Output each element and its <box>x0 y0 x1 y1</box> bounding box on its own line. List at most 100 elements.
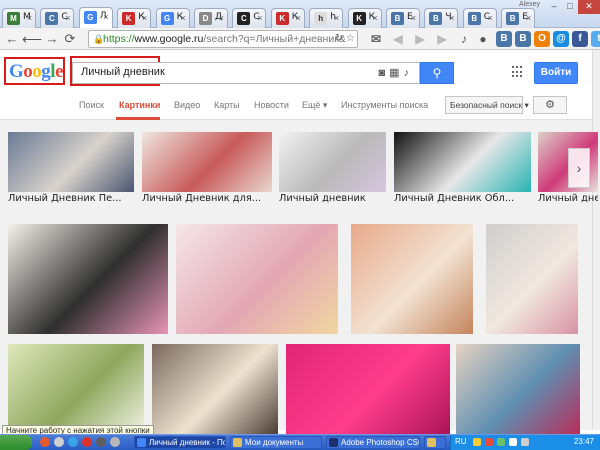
search-query[interactable]: Личный дневник <box>81 66 165 78</box>
close-tab-icon[interactable]: × <box>180 13 185 24</box>
browser-tab[interactable]: B Ч × <box>424 8 459 28</box>
apps-grid-icon[interactable] <box>512 66 524 78</box>
maximize-icon[interactable]: □ <box>562 0 578 14</box>
camera-icon[interactable]: ◙ <box>378 67 389 79</box>
taskbar-item[interactable]: Личный дневник - По... <box>134 436 226 449</box>
carousel-caption[interactable]: Личный дневник <box>279 193 386 204</box>
safe-search-dropdown[interactable]: Безопасный поиск ▾ <box>445 96 529 114</box>
browser-tab[interactable]: D Д × <box>194 8 228 28</box>
taskbar-item[interactable] <box>424 436 446 449</box>
clock[interactable]: 23:47 <box>574 437 594 446</box>
close-tab-icon[interactable]: × <box>372 13 377 24</box>
carousel-next-button[interactable]: › <box>568 148 590 188</box>
google-logo[interactable]: Google <box>9 62 63 82</box>
browser-tab[interactable]: G К × <box>155 8 190 28</box>
carousel-caption[interactable]: Личный Дневник для... <box>142 193 272 204</box>
browser-tab[interactable]: K К × <box>347 8 382 28</box>
close-tab-icon[interactable]: × <box>449 13 454 24</box>
carousel-image[interactable] <box>8 132 134 192</box>
browser-tab[interactable]: B Е × <box>386 8 420 28</box>
tab-3[interactable]: Карты <box>214 100 240 110</box>
search-button[interactable]: ⚲ <box>420 62 454 84</box>
twitter-icon[interactable]: t <box>591 31 600 47</box>
network-icon[interactable] <box>509 438 517 446</box>
close-tab-icon[interactable]: × <box>526 13 531 24</box>
microphone-icon[interactable]: ♪ <box>404 67 414 79</box>
bookmark-star-icon[interactable]: ☆ <box>346 33 355 44</box>
language-indicator[interactable]: RU <box>455 437 467 446</box>
close-tab-icon[interactable]: × <box>296 13 301 24</box>
taskbar-item[interactable]: Мои документы <box>230 436 322 449</box>
volume-icon[interactable] <box>521 438 529 446</box>
image-result[interactable] <box>456 344 580 434</box>
taskbar-item[interactable]: Adobe Photoshop CS6... <box>326 436 420 449</box>
address-bar[interactable]: 🔒 https://www.google.ru/search?q=Личный+… <box>88 30 358 48</box>
vk-icon[interactable]: В <box>496 31 512 47</box>
forward-button[interactable]: → <box>44 31 60 47</box>
tab-4[interactable]: Новости <box>254 100 289 110</box>
page-scrollbar[interactable] <box>592 50 600 430</box>
browser-tab[interactable]: B С × <box>462 8 497 28</box>
url-text[interactable]: https://www.google.ru/search?q=Личный+дн… <box>103 31 346 47</box>
quicklaunch-icon-3[interactable] <box>110 437 120 447</box>
image-result[interactable] <box>286 344 450 434</box>
carousel-caption[interactable]: Личный Дневник Пе... <box>8 193 134 204</box>
play-icon[interactable]: ▶ <box>412 31 428 47</box>
tab-2[interactable]: Видео <box>174 100 200 110</box>
odnoklassniki-icon[interactable]: О <box>534 31 550 47</box>
tab-1[interactable]: Картинки <box>119 100 160 110</box>
signin-button[interactable]: Войти <box>534 62 578 84</box>
close-tab-icon[interactable]: × <box>219 13 224 24</box>
browser-tab[interactable]: G Л × <box>78 7 113 28</box>
keyboard-icon[interactable]: ▦ <box>389 67 403 79</box>
opera-quicklaunch-icon[interactable] <box>82 437 92 447</box>
browser-tab[interactable]: B Е × <box>501 8 536 28</box>
quicklaunch-icon-2[interactable] <box>96 437 106 447</box>
carousel-caption[interactable]: Личный дневник <box>538 193 598 204</box>
browser-tab[interactable]: M М × <box>2 8 36 28</box>
image-result[interactable] <box>8 224 168 334</box>
carousel-image[interactable] <box>142 132 272 192</box>
firefox-quicklaunch-icon[interactable] <box>40 437 50 447</box>
settings-button[interactable]: ⚙ <box>533 96 567 114</box>
tab-6[interactable]: Инструменты поиска <box>341 100 428 110</box>
vk-icon-2[interactable]: В <box>515 31 531 47</box>
search-input[interactable]: Личный дневник ◙▦♪ <box>72 62 420 84</box>
music-icon[interactable]: ♪ <box>456 31 472 47</box>
browser-tab[interactable]: K К × <box>270 8 305 28</box>
start-button[interactable] <box>0 435 32 450</box>
close-tab-icon[interactable]: × <box>488 13 493 24</box>
tray-icon[interactable] <box>473 438 481 446</box>
chrome-quicklaunch-icon[interactable] <box>68 437 78 447</box>
image-result[interactable] <box>351 224 473 334</box>
carousel-image[interactable] <box>394 132 531 192</box>
tab-5[interactable]: Ещё ▾ <box>302 100 327 111</box>
browser-tab[interactable]: K К × <box>117 8 152 28</box>
reload-button[interactable]: ⟳ <box>62 31 78 47</box>
image-result[interactable] <box>486 224 578 334</box>
mail-ru-icon[interactable]: @ <box>553 31 569 47</box>
back-arrow-icon[interactable]: ⟵ <box>22 31 42 47</box>
close-tab-icon[interactable]: × <box>334 13 339 24</box>
close-tab-icon[interactable]: × <box>142 13 147 24</box>
image-result[interactable] <box>152 344 278 434</box>
carousel-image[interactable] <box>279 132 386 192</box>
reload-small-icon[interactable]: ↻ <box>335 33 343 44</box>
browser-tab[interactable]: C С × <box>40 8 75 28</box>
back-button[interactable]: ← <box>4 31 20 47</box>
mail-icon[interactable]: ✉ <box>368 31 384 47</box>
browser-tab[interactable]: C С × <box>232 8 267 28</box>
close-tab-icon[interactable]: × <box>65 13 70 24</box>
image-result[interactable] <box>176 224 338 334</box>
close-tab-icon[interactable]: × <box>104 12 109 23</box>
close-tab-icon[interactable]: × <box>257 13 262 24</box>
tray-icon[interactable] <box>485 438 493 446</box>
browser-tab[interactable]: h h × <box>309 8 344 28</box>
play-forward-icon[interactable]: ▶ <box>434 31 450 47</box>
tray-icon[interactable] <box>497 438 505 446</box>
facebook-icon[interactable]: f <box>572 31 588 47</box>
carousel-caption[interactable]: Личный Дневник Обл... <box>394 193 531 204</box>
minimize-icon[interactable]: – <box>546 0 562 14</box>
close-tab-icon[interactable]: × <box>27 13 32 24</box>
image-result[interactable] <box>8 344 144 434</box>
